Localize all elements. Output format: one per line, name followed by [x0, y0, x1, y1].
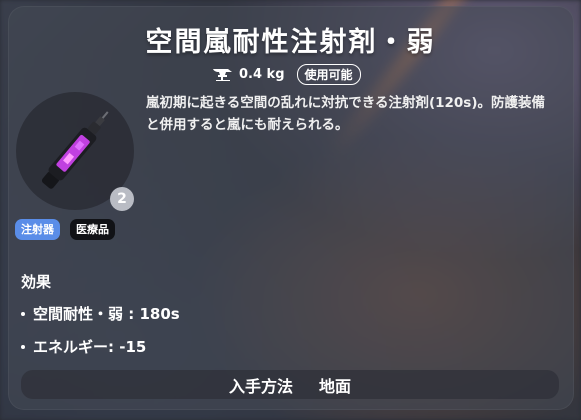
item-meta: 0.4 kg 使用可能 — [213, 63, 361, 85]
anvil-weight-icon — [213, 68, 233, 81]
usable-badge: 使用可能 — [296, 63, 361, 85]
bullet-dot-icon — [21, 311, 25, 316]
item-weight: 0.4 kg — [239, 66, 285, 82]
effects-heading: 効果 — [21, 273, 52, 291]
effect-text: エネルギー: -15 — [33, 338, 147, 356]
acquisition-bar: 入手方法 地面 — [21, 370, 559, 399]
tag-injector: 注射器 — [15, 219, 60, 240]
effect-item: 空間耐性・弱 : 180s — [21, 303, 180, 324]
effect-text: 空間耐性・弱 : 180s — [33, 305, 180, 323]
acquisition-label: 入手方法 — [228, 376, 293, 396]
bullet-dot-icon — [21, 344, 25, 349]
item-count-badge: 2 — [110, 187, 134, 211]
tag-medical: 医療品 — [70, 219, 115, 240]
item-name: 空間嵐耐性注射剤・弱 — [145, 27, 436, 58]
item-description: 嵐初期に起きる空間の乱れに対抗できる注射剤(120s)。防護装備と併用すると嵐に… — [146, 95, 546, 133]
acquisition-value: 地面 — [319, 376, 352, 396]
effect-item: エネルギー: -15 — [21, 336, 146, 357]
